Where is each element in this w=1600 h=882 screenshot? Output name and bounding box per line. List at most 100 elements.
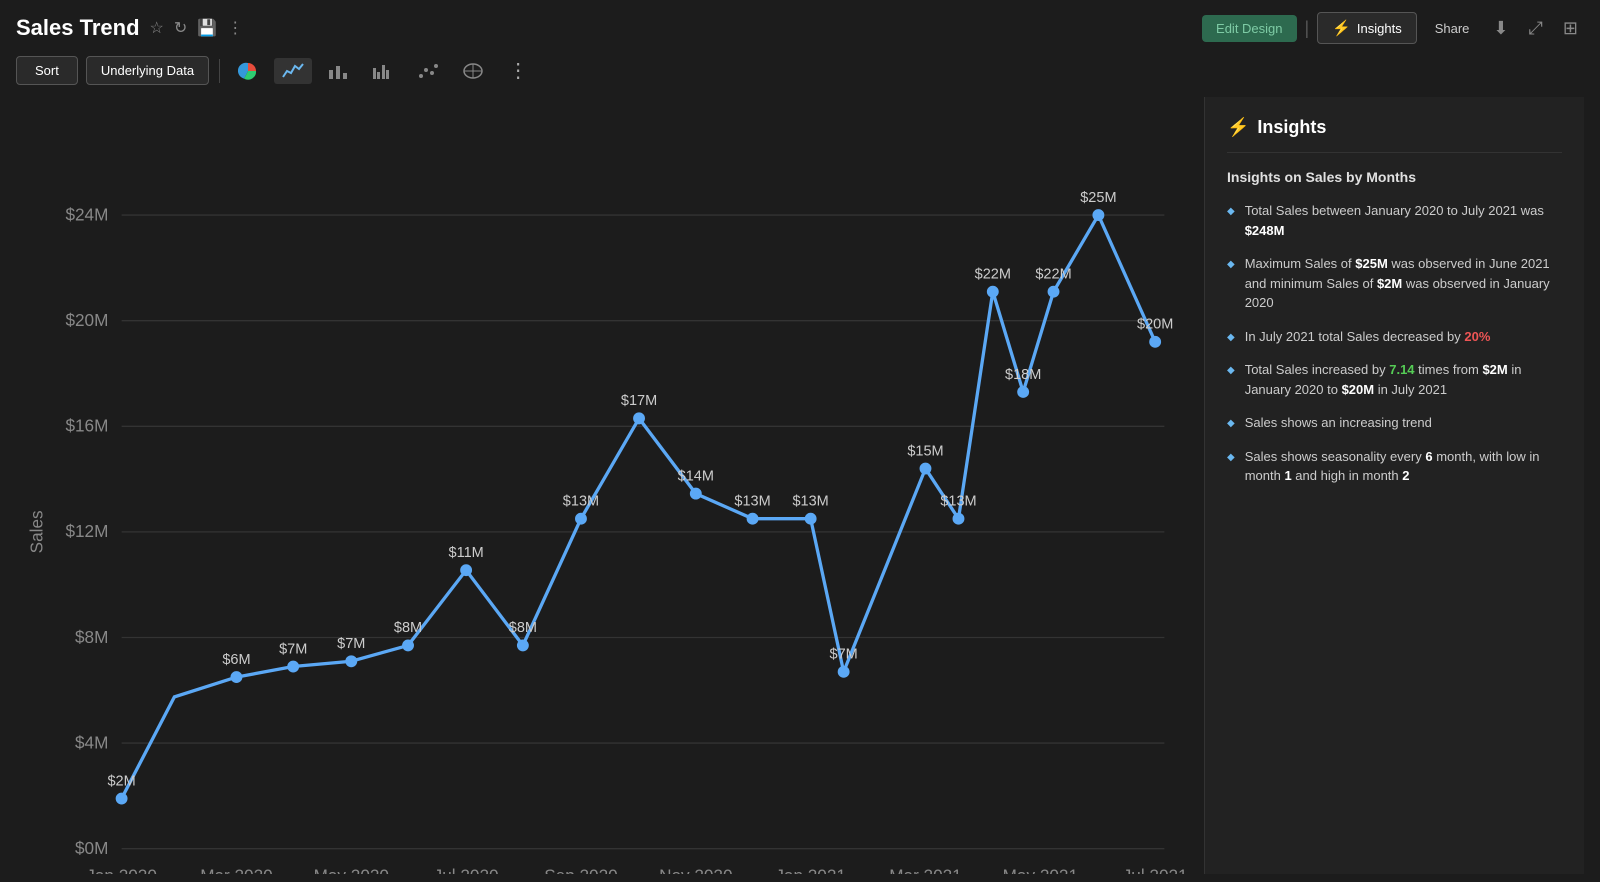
toolbar: Sort Underlying Data ⋮ bbox=[16, 54, 1584, 87]
data-point[interactable] bbox=[634, 413, 645, 424]
data-point[interactable] bbox=[403, 640, 414, 651]
svg-text:Mar 2020: Mar 2020 bbox=[200, 866, 272, 874]
data-point[interactable] bbox=[288, 661, 299, 672]
save-icon[interactable]: 💾 bbox=[197, 18, 217, 38]
insight-bold: 2 bbox=[1402, 468, 1409, 483]
svg-text:$2M: $2M bbox=[107, 773, 135, 789]
insights-button[interactable]: ⚡ Insights bbox=[1317, 12, 1417, 44]
grid-icon[interactable]: ⊞ bbox=[1557, 14, 1584, 43]
data-point[interactable] bbox=[747, 513, 758, 524]
chart-line bbox=[122, 215, 1156, 798]
underlying-data-button[interactable]: Underlying Data bbox=[86, 56, 209, 85]
header: Sales Trend ☆ ↻ 💾 ⋮ Edit Design | ⚡ Insi… bbox=[16, 12, 1584, 44]
svg-text:$13M: $13M bbox=[792, 493, 828, 509]
data-point[interactable] bbox=[346, 656, 357, 667]
chart-container: .grid-line { stroke: #333; stroke-width:… bbox=[16, 97, 1204, 874]
list-item: ◆ In July 2021 total Sales decreased by … bbox=[1227, 327, 1562, 347]
svg-text:$7M: $7M bbox=[279, 641, 307, 657]
svg-text:Jan 2020: Jan 2020 bbox=[86, 866, 157, 874]
data-point[interactable] bbox=[691, 488, 702, 499]
insight-bold: $20M bbox=[1342, 382, 1375, 397]
sort-button[interactable]: Sort bbox=[16, 56, 78, 85]
share-button[interactable]: Share bbox=[1425, 15, 1480, 42]
svg-text:$7M: $7M bbox=[337, 636, 365, 652]
list-item: ◆ Sales shows seasonality every 6 month,… bbox=[1227, 447, 1562, 486]
data-point[interactable] bbox=[988, 286, 999, 297]
data-point[interactable] bbox=[1048, 286, 1059, 297]
svg-text:$17M: $17M bbox=[621, 393, 657, 409]
svg-text:Jul 2020: Jul 2020 bbox=[434, 866, 499, 874]
data-point[interactable] bbox=[805, 513, 816, 524]
list-item: ◆ Total Sales between January 2020 to Ju… bbox=[1227, 201, 1562, 240]
chart-area: .grid-line { stroke: #333; stroke-width:… bbox=[16, 107, 1204, 874]
insights-button-label: Insights bbox=[1357, 21, 1402, 36]
svg-text:Sales: Sales bbox=[26, 510, 46, 553]
svg-text:$8M: $8M bbox=[75, 627, 108, 647]
toolbar-divider bbox=[219, 59, 220, 83]
list-item: ◆ Total Sales increased by 7.14 times fr… bbox=[1227, 360, 1562, 399]
insight-green: 7.14 bbox=[1389, 362, 1414, 377]
insight-text: In July 2021 total Sales decreased by 20… bbox=[1245, 327, 1491, 347]
grouped-bar-button[interactable] bbox=[364, 58, 402, 84]
svg-text:Mar 2021: Mar 2021 bbox=[889, 866, 961, 874]
insights-panel-icon: ⚡ bbox=[1227, 117, 1249, 138]
header-right: Edit Design | ⚡ Insights Share ⬇ ⤢ ⊞ bbox=[1202, 12, 1584, 44]
list-item: ◆ Sales shows an increasing trend bbox=[1227, 413, 1562, 433]
more-header-icon[interactable]: ⋮ bbox=[227, 18, 243, 38]
insight-bold: $2M bbox=[1482, 362, 1507, 377]
star-icon[interactable]: ☆ bbox=[150, 18, 164, 38]
data-point[interactable] bbox=[838, 667, 849, 678]
svg-text:$8M: $8M bbox=[394, 620, 422, 636]
svg-text:$22M: $22M bbox=[1035, 266, 1071, 282]
data-point[interactable] bbox=[576, 513, 587, 524]
page-title: Sales Trend bbox=[16, 15, 140, 41]
data-point[interactable] bbox=[461, 565, 472, 576]
svg-text:$8M: $8M bbox=[509, 620, 537, 636]
data-point[interactable] bbox=[1093, 210, 1104, 221]
toolbar-more-icon[interactable]: ⋮ bbox=[500, 54, 536, 87]
svg-text:$22M: $22M bbox=[975, 266, 1011, 282]
svg-text:$13M: $13M bbox=[734, 493, 770, 509]
bar-chart-button[interactable] bbox=[320, 58, 356, 84]
data-point[interactable] bbox=[1018, 387, 1029, 398]
data-point[interactable] bbox=[953, 513, 964, 524]
svg-text:Jan 2021: Jan 2021 bbox=[775, 866, 846, 874]
main-content: .grid-line { stroke: #333; stroke-width:… bbox=[16, 97, 1584, 874]
list-item: ◆ Maximum Sales of $25M was observed in … bbox=[1227, 254, 1562, 313]
diamond-icon: ◆ bbox=[1227, 450, 1235, 465]
svg-text:$0M: $0M bbox=[75, 838, 108, 858]
svg-text:$11M: $11M bbox=[449, 545, 484, 561]
expand-icon[interactable]: ⤢ bbox=[1523, 14, 1549, 43]
insights-button-icon: ⚡ bbox=[1332, 19, 1351, 37]
svg-text:$14M: $14M bbox=[678, 468, 714, 484]
svg-text:Sep 2020: Sep 2020 bbox=[544, 866, 617, 874]
svg-text:Jul 2021: Jul 2021 bbox=[1123, 866, 1188, 874]
download-icon[interactable]: ⬇ bbox=[1487, 14, 1514, 43]
insight-text: Total Sales increased by 7.14 times from… bbox=[1245, 360, 1562, 399]
data-point[interactable] bbox=[1150, 337, 1161, 348]
insight-bold: $2M bbox=[1377, 276, 1402, 291]
header-left: Sales Trend ☆ ↻ 💾 ⋮ bbox=[16, 15, 243, 41]
insight-red: 20% bbox=[1464, 329, 1490, 344]
insight-bold: 6 bbox=[1425, 449, 1432, 464]
data-point[interactable] bbox=[231, 672, 242, 683]
svg-text:$15M: $15M bbox=[907, 443, 943, 459]
refresh-icon[interactable]: ↻ bbox=[174, 18, 187, 38]
diamond-icon: ◆ bbox=[1227, 330, 1235, 345]
map-button[interactable] bbox=[454, 58, 492, 84]
svg-text:$16M: $16M bbox=[65, 416, 108, 436]
data-point[interactable] bbox=[920, 463, 931, 474]
insight-text: Total Sales between January 2020 to July… bbox=[1245, 201, 1562, 240]
diamond-icon: ◆ bbox=[1227, 204, 1235, 219]
svg-text:Nov 2020: Nov 2020 bbox=[659, 866, 732, 874]
line-chart-button[interactable] bbox=[274, 58, 312, 84]
pie-chart-button[interactable] bbox=[230, 57, 266, 85]
svg-text:$25M: $25M bbox=[1080, 190, 1116, 206]
insights-subtitle: Insights on Sales by Months bbox=[1227, 169, 1562, 185]
data-point[interactable] bbox=[518, 640, 529, 651]
svg-text:$7M: $7M bbox=[830, 647, 858, 663]
edit-design-button[interactable]: Edit Design bbox=[1202, 15, 1296, 42]
diamond-icon: ◆ bbox=[1227, 416, 1235, 431]
scatter-button[interactable] bbox=[410, 58, 446, 84]
data-point[interactable] bbox=[116, 793, 127, 804]
